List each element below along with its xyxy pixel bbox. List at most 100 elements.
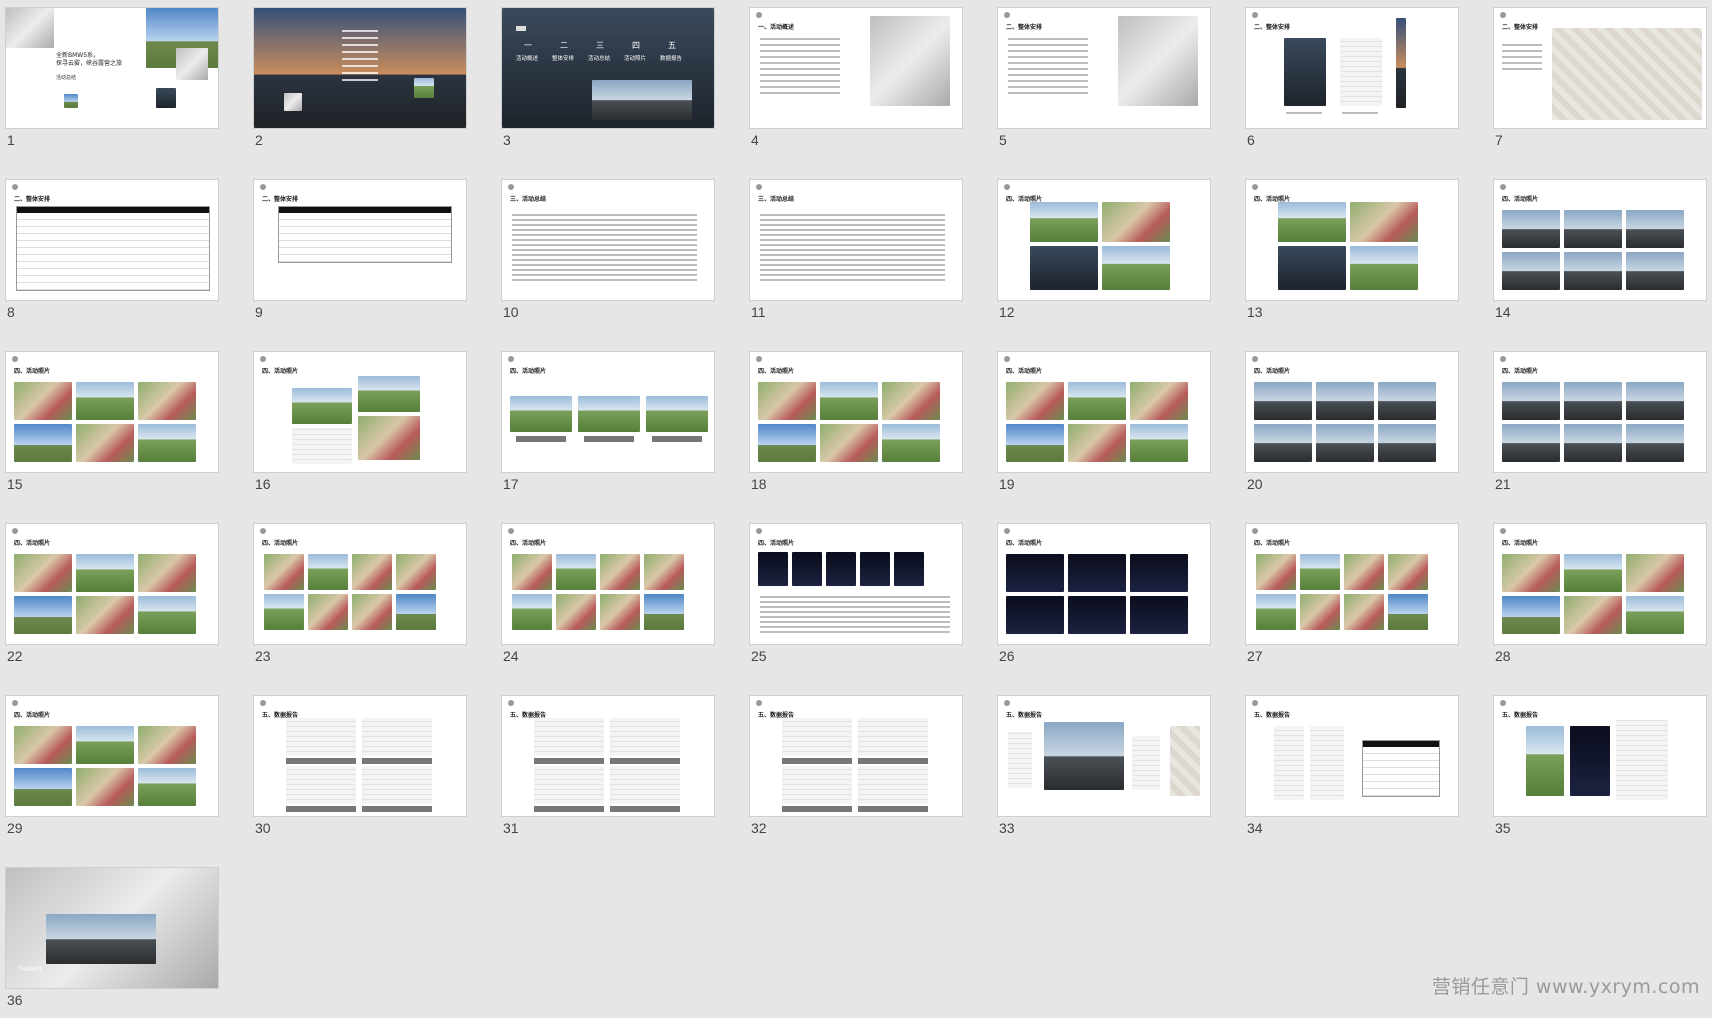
slide-thumbnail[interactable]: 二、整体安排 — [1494, 8, 1706, 128]
slide-thumbnail-cell[interactable]: 2 — [254, 8, 466, 158]
slide-thumbnail[interactable]: 四、活动照片 — [1246, 180, 1458, 300]
slide-thumbnail-cell[interactable]: 三、活动总结 10 — [502, 180, 714, 330]
event-photo — [138, 554, 196, 592]
slide-thumbnail[interactable]: 四、活动照片 — [502, 524, 714, 644]
slide-thumbnail[interactable]: 二、整体安排 — [254, 180, 466, 300]
text-line — [512, 224, 697, 226]
slide-thumbnail[interactable]: 二、整体安排 — [6, 180, 218, 300]
slide-thumbnail[interactable]: 五、数据报告 — [502, 696, 714, 816]
report-caption-bar — [858, 758, 928, 764]
table-row — [1363, 761, 1439, 768]
bmw-logo-icon — [12, 184, 18, 190]
event-photo — [1564, 554, 1622, 592]
slide-thumbnail-cell[interactable]: 四、活动照片 26 — [998, 524, 1210, 674]
slide-thumbnail-cell[interactable]: 五、数据报告 30 — [254, 696, 466, 846]
photo-caption-bar — [652, 436, 702, 442]
event-photo — [1130, 554, 1188, 592]
data-report-screenshot — [782, 718, 852, 756]
slide-thumbnail[interactable]: 四、活动照片 — [1494, 524, 1706, 644]
event-photo — [556, 594, 596, 630]
slide-thumbnail[interactable]: 一、活动概述 — [750, 8, 962, 128]
slide-header: 四、活动照片 — [1502, 196, 1539, 203]
slide-thumbnail-cell[interactable]: 四、活动照片 21 — [1494, 352, 1706, 502]
slide-thumbnail[interactable]: 二、整体安排 — [998, 8, 1210, 128]
slide-thumbnail-cell[interactable]: 四、活动照片 20 — [1246, 352, 1458, 502]
event-photo — [1502, 252, 1560, 290]
slide-thumbnail[interactable]: 二、整体安排 — [1246, 8, 1458, 128]
slide-thumbnail[interactable]: 四、活动照片 — [6, 524, 218, 644]
slide-thumbnail-cell[interactable]: 四、活动照片 24 — [502, 524, 714, 674]
bmw-logo-icon — [12, 528, 18, 534]
slide-thumbnail-cell[interactable]: 四、活动照片 16 — [254, 352, 466, 502]
slide-thumbnail-cell[interactable]: 一活动概述 二整体安排 三活动总结 四活动照片 五数据报告 3 — [502, 8, 714, 158]
text-line — [760, 269, 945, 271]
slide-thumbnail[interactable]: 四、活动照片 — [254, 352, 466, 472]
slide-thumbnail[interactable]: 四、活动照片 — [6, 352, 218, 472]
slide-thumbnail-cell[interactable]: 四、活动照片 28 — [1494, 524, 1706, 674]
slide-thumbnail[interactable]: 五、数据报告 — [998, 696, 1210, 816]
slide-thumbnail[interactable]: 五、数据报告 — [254, 696, 466, 816]
slide-thumbnail[interactable]: 全新BMW5系， 探寻云雾，峡谷露营之旅 活动总结 — [6, 8, 218, 128]
slide-thumbnail-cell[interactable]: 四、活动照片 27 — [1246, 524, 1458, 674]
event-photo — [352, 554, 392, 590]
slide-thumbnail[interactable]: 四、活动照片 — [750, 524, 962, 644]
slide-thumbnail[interactable]: 四、活动照片 — [1246, 352, 1458, 472]
event-photo — [14, 382, 72, 420]
slide-thumbnail[interactable]: 五、数据报告 — [1246, 696, 1458, 816]
slide-thumbnail[interactable]: 四、活动照片 — [998, 524, 1210, 644]
slide-thumbnail[interactable]: 一活动概述 二整体安排 三活动总结 四活动照片 五数据报告 — [502, 8, 714, 128]
slide-thumbnail-cell[interactable]: 五、数据报告 32 — [750, 696, 962, 846]
slide-number: 20 — [1247, 476, 1263, 492]
event-photo — [308, 554, 348, 590]
slide-thumbnail-cell[interactable]: 三、活动总结 11 — [750, 180, 962, 330]
slide-thumbnail-cell[interactable]: 五、数据报告 33 — [998, 696, 1210, 846]
slide-header: 二、整体安排 — [262, 196, 299, 203]
slide-thumbnail-cell[interactable]: 一、活动概述 4 — [750, 8, 962, 158]
slide-thumbnail[interactable]: 四、活动照片 — [254, 524, 466, 644]
slide-thumbnail[interactable]: 四、活动照片 — [998, 352, 1210, 472]
slide-thumbnail[interactable]: THANKS — [6, 868, 218, 988]
event-photo — [1564, 596, 1622, 634]
slide-thumbnail-cell[interactable]: 四、活动照片 14 — [1494, 180, 1706, 330]
slide-thumbnail-cell[interactable]: 四、活动照片 12 — [998, 180, 1210, 330]
slide-thumbnail-cell[interactable]: 五、数据报告 31 — [502, 696, 714, 846]
event-photo — [1388, 594, 1428, 630]
text-line — [1008, 74, 1088, 76]
slide-thumbnail[interactable]: 四、活动照片 — [998, 180, 1210, 300]
slide-thumbnail[interactable]: 四、活动照片 — [750, 352, 962, 472]
slide-thumbnail-cell[interactable]: 四、活动照片 18 — [750, 352, 962, 502]
slide-thumbnail-cell[interactable]: 五、数据报告 34 — [1246, 696, 1458, 846]
slide-thumbnail[interactable]: 四、活动照片 — [1494, 352, 1706, 472]
text-line — [342, 37, 378, 39]
slide-thumbnail[interactable] — [254, 8, 466, 128]
slide-thumbnail[interactable]: 四、活动照片 — [6, 696, 218, 816]
slide-thumbnail-cell[interactable]: 二、整体安排 5 — [998, 8, 1210, 158]
slide-header: 四、活动照片 — [262, 540, 299, 547]
slide-thumbnail-cell[interactable]: 四、活动照片 17 — [502, 352, 714, 502]
event-photo — [758, 424, 816, 462]
slide-thumbnail[interactable]: 三、活动总结 — [750, 180, 962, 300]
text-line — [512, 234, 697, 236]
slide-thumbnail-cell[interactable]: 四、活动照片 29 — [6, 696, 218, 846]
slide-thumbnail[interactable]: 五、数据报告 — [1494, 696, 1706, 816]
slide-thumbnail[interactable]: 四、活动照片 — [1494, 180, 1706, 300]
slide-thumbnail-cell[interactable]: 二、整体安排 7 — [1494, 8, 1706, 158]
slide-thumbnail-cell[interactable]: 四、活动照片 23 — [254, 524, 466, 674]
slide-thumbnail-cell[interactable]: 二、整体安排 6 — [1246, 8, 1458, 158]
slide-thumbnail-cell[interactable]: 四、活动照片 15 — [6, 352, 218, 502]
slide-thumbnail[interactable]: 五、数据报告 — [750, 696, 962, 816]
text-line — [512, 229, 697, 231]
slide-thumbnail-cell[interactable]: THANKS 36 — [6, 868, 218, 1018]
slide-thumbnail-cell[interactable]: 四、活动照片 19 — [998, 352, 1210, 502]
slide-thumbnail-cell[interactable]: 全新BMW5系， 探寻云雾，峡谷露营之旅 活动总结 1 — [6, 8, 218, 158]
slide-thumbnail-cell[interactable]: 二、整体安排 9 — [254, 180, 466, 330]
slide-thumbnail-cell[interactable]: 五、数据报告 35 — [1494, 696, 1706, 846]
slide-thumbnail[interactable]: 四、活动照片 — [1246, 524, 1458, 644]
slide-thumbnail-cell[interactable]: 四、活动照片 25 — [750, 524, 962, 674]
slide-thumbnail-cell[interactable]: 四、活动照片 13 — [1246, 180, 1458, 330]
text-line — [760, 56, 840, 58]
slide-thumbnail[interactable]: 三、活动总结 — [502, 180, 714, 300]
slide-thumbnail[interactable]: 四、活动照片 — [502, 352, 714, 472]
slide-thumbnail-cell[interactable]: 四、活动照片 22 — [6, 524, 218, 674]
slide-thumbnail-cell[interactable]: 二、整体安排 8 — [6, 180, 218, 330]
